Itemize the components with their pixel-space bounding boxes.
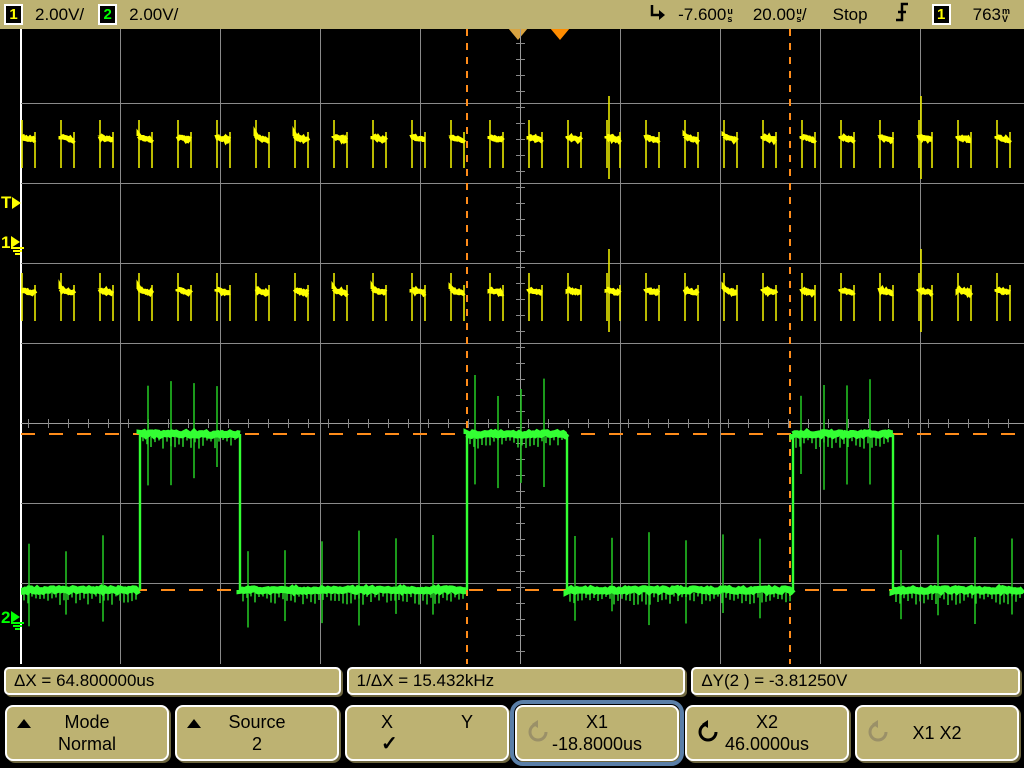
oscilloscope-screen: 1 2.00V/ 2 2.00V/ -7.600 u s 20.00 u s / Stop… [0, 0, 1024, 768]
softkey-source-value: 2 [251, 734, 262, 754]
softkey-x2-label: X2 [755, 712, 779, 732]
softkey-y-label[interactable]: Y [461, 711, 473, 733]
trigger-level-unit: mV [1001, 6, 1010, 25]
softkey-source[interactable]: Source 2 [175, 705, 339, 761]
graticule [21, 29, 1024, 664]
channel-2-badge[interactable]: 2 [98, 4, 118, 25]
softkey-x-label[interactable]: X [381, 711, 393, 733]
time-offset-value: -7.600 [678, 4, 727, 24]
trigger-level-marker[interactable]: T [1, 193, 22, 212]
trigger-level[interactable]: 763 m V [973, 5, 1010, 25]
softkey-xy-select[interactable]: X Y ✓ [345, 705, 509, 761]
trigger-position-icon [648, 2, 668, 27]
softkey-bar: Mode Normal Source 2 X Y ✓ X1 -18.8000us… [0, 698, 1024, 768]
waveform-display[interactable]: T 1 2 [0, 29, 1024, 664]
softkey-mode[interactable]: Mode Normal [5, 705, 169, 761]
channel-1-badge[interactable]: 1 [4, 4, 23, 25]
measurement-delta-x[interactable]: ΔX = 64.800000us [4, 667, 341, 695]
softkey-cursor-x1[interactable]: X1 -18.8000us [510, 700, 684, 766]
channel-2-scale[interactable]: 2.00V/ [129, 5, 178, 25]
measurement-bar: ΔX = 64.800000us 1/ΔX = 15.432kHz ΔY(2 )… [0, 664, 1024, 698]
rotate-knob-icon-3 [865, 719, 891, 745]
softkey-source-label: Source [228, 712, 286, 732]
run-state[interactable]: Stop [833, 5, 868, 25]
up-arrow-icon-2 [187, 719, 201, 728]
trigger-source-badge[interactable]: 1 [931, 4, 951, 25]
time-offset-unit: us [727, 6, 733, 25]
time-offset[interactable]: -7.600 u s [678, 5, 733, 25]
time-scale-suffix: / [801, 4, 807, 24]
rotate-knob-icon [525, 719, 551, 745]
status-bar: 1 2.00V/ 2 2.00V/ -7.600 u s 20.00 u s / Stop… [0, 0, 1024, 29]
measurement-one-over-delta-x[interactable]: 1/ΔX = 15.432kHz [346, 667, 686, 695]
channel-1-ground-label: 1 [1, 233, 11, 252]
softkey-x1-value: -18.8000us [551, 734, 643, 754]
softkey-x1-label: X1 [585, 712, 609, 732]
check-icon: ✓ [381, 733, 398, 755]
softkey-cursor-x1-x2[interactable]: X1 X2 [855, 705, 1019, 761]
softkey-mode-label: Mode [64, 712, 110, 732]
rising-edge-icon[interactable] [894, 2, 910, 27]
trigger-level-marker-label: T [1, 193, 12, 212]
softkey-mode-value: Normal [57, 734, 116, 754]
time-scale-value: 20.00 [752, 4, 796, 24]
rotate-knob-icon-active [695, 719, 721, 745]
channel-2-ground-label: 2 [1, 608, 11, 627]
channel-1-scale[interactable]: 2.00V/ [35, 5, 84, 25]
trigger-level-value: 763 [972, 4, 1001, 24]
softkey-cursor-x2[interactable]: X2 46.0000us [685, 705, 849, 761]
time-scale-unit: us [796, 6, 802, 25]
softkey-x1x2-label: X1 X2 [912, 723, 962, 743]
softkey-x2-value: 46.0000us [724, 734, 810, 754]
time-scale[interactable]: 20.00 u s / [753, 5, 807, 25]
measurement-delta-y[interactable]: ΔY(2 ) = -3.81250V [691, 667, 1020, 695]
channel-2-waveform [21, 375, 1024, 628]
up-arrow-icon [17, 719, 31, 728]
